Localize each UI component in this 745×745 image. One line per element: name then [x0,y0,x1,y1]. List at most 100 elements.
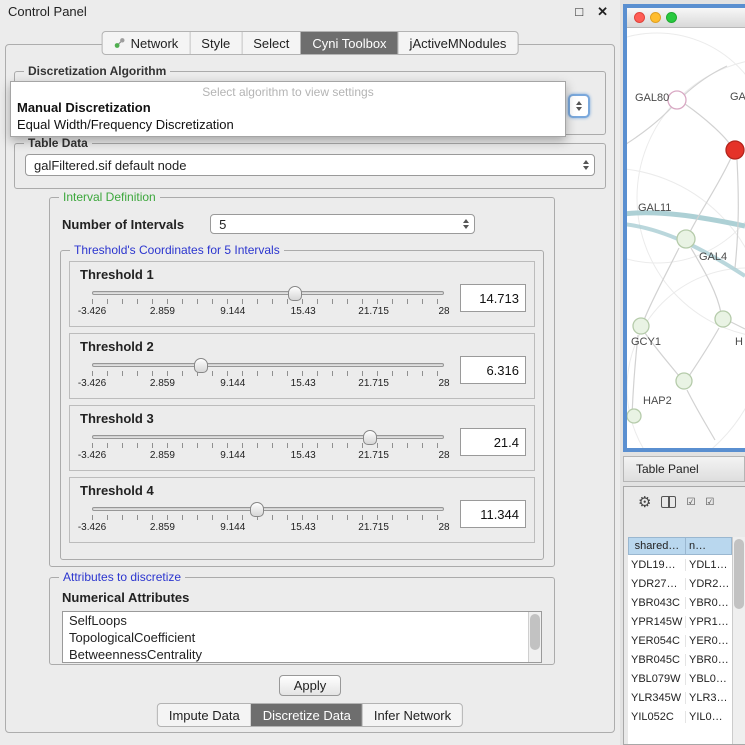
scale-label: 15.43 [291,378,316,389]
column-header-shared-name[interactable]: shared… [628,537,686,555]
tab-impute-data[interactable]: Impute Data [158,704,251,726]
tab-style[interactable]: Style [189,32,241,54]
mac-close-button[interactable] [634,12,645,23]
slider-thumb[interactable] [250,502,264,517]
table-header-row: shared… n… [628,537,732,555]
tab-label: Cyni Toolbox [312,36,386,51]
scale-label: 15.43 [291,450,316,461]
list-item[interactable]: TopologicalCoefficient [63,629,541,646]
node-label-partial: GA [730,91,745,103]
list-scrollbar[interactable] [528,612,541,662]
node-label: GAL11 [638,202,671,214]
gear-icon[interactable]: ⚙ [638,495,651,510]
scale-label: 9.144 [220,378,245,389]
tab-discretize-data[interactable]: Discretize Data [251,704,362,726]
node-hap2[interactable] [676,373,692,389]
tab-label: Style [201,36,230,51]
list-item[interactable]: SelfLoops [63,612,541,629]
select-all-checkbox-icon[interactable]: ☑ [686,497,695,508]
scrollbar-thumb[interactable] [734,539,744,609]
table-data-combo[interactable]: galFiltered.sif default node [25,154,595,176]
node-unlabeled[interactable] [715,311,731,327]
threshold-4-slider[interactable]: -3.426 2.859 9.144 15.43 21.715 28 [92,498,444,533]
threshold-2-value-field[interactable] [460,356,526,384]
threshold-label: Threshold 3 [80,411,526,426]
float-window-icon[interactable]: □ [575,5,583,18]
dropdown-option-equal-width-frequency[interactable]: Equal Width/Frequency Discretization [11,116,565,133]
slider-track[interactable] [92,507,444,511]
table-row[interactable]: YDR27…YDR2… [628,574,732,593]
threshold-4-value-field[interactable] [460,500,526,528]
tab-select[interactable]: Select [241,32,300,54]
node-selected-red[interactable] [726,141,744,159]
select-column-checkbox-icon[interactable]: ☑ [705,497,714,508]
highlighted-edge [627,213,745,226]
scale-label: -3.426 [78,522,106,533]
node-gal80[interactable] [668,91,686,109]
table-row[interactable]: YIL052CYIL0… [628,707,732,726]
tab-network[interactable]: Network [103,32,190,54]
tab-infer-network[interactable]: Infer Network [362,704,462,726]
cell: YIL052C [628,711,686,723]
cell: YBR0… [686,654,732,666]
threshold-2-slider[interactable]: -3.426 2.859 9.144 15.43 21.715 28 [92,354,444,389]
slider-track[interactable] [92,435,444,439]
cell: YBR043C [628,597,686,609]
combo-value: galFiltered.sif default node [34,158,578,173]
node-unlabeled[interactable] [627,409,641,423]
scale-label: 28 [438,450,449,461]
threshold-1-value-field[interactable] [460,284,526,312]
scale-label: 2.859 [150,306,175,317]
table-row[interactable]: YLR345WYLR3… [628,688,732,707]
threshold-3-value-field[interactable] [460,428,526,456]
cell: YER054C [628,635,686,647]
mac-minimize-button[interactable] [650,12,661,23]
scale-label: 15.43 [291,306,316,317]
slider-thumb[interactable] [288,286,302,301]
table-row[interactable]: YBR045CYBR0… [628,650,732,669]
group-title-table-data: Table Data [24,136,92,150]
tab-jactivemodules[interactable]: jActiveMNodules [398,32,518,54]
scrollbar-thumb[interactable] [530,614,540,650]
table-row[interactable]: YBR043CYBR0… [628,593,732,612]
num-intervals-combo[interactable]: 5 [210,214,475,234]
column-header-name[interactable]: n… [686,537,732,555]
threshold-2-panel: Threshold 2 -3.426 2.859 9.144 15.43 [69,333,535,399]
cell: YBL079W [628,673,686,685]
network-canvas[interactable]: GAL80 GAL11 GAL4 GCY1 HAP2 GA H [627,28,745,448]
tab-cyni-toolbox[interactable]: Cyni Toolbox [300,32,397,54]
slider-scale: -3.426 2.859 9.144 15.43 21.715 28 [92,306,444,317]
table-row[interactable]: YPR145WYPR1… [628,612,732,631]
threshold-1-slider[interactable]: -3.426 2.859 9.144 15.43 21.715 28 [92,282,444,317]
scale-label: 28 [438,378,449,389]
close-icon[interactable]: ✕ [597,5,608,18]
slider-track[interactable] [92,363,444,367]
number-of-intervals-row: Number of Intervals 5 [62,214,554,234]
table-scrollbar[interactable] [732,537,745,744]
cell: YBL0… [686,673,732,685]
table-row[interactable]: YER054CYER0… [628,631,732,650]
node-gcy1[interactable] [633,318,649,334]
columns-icon[interactable] [661,496,676,508]
dropdown-option-manual-discretization[interactable]: Manual Discretization [11,99,565,116]
scale-label: 21.715 [358,306,389,317]
mac-zoom-button[interactable] [666,12,677,23]
algorithm-combo-spinner[interactable] [568,94,590,118]
cell: YBR0… [686,597,732,609]
node-table: shared… n… YDL19…YDL1… YDR27…YDR2… YBR04… [628,537,732,744]
apply-button[interactable]: Apply [279,675,341,696]
threshold-3-slider[interactable]: -3.426 2.859 9.144 15.43 21.715 28 [92,426,444,461]
slider-track[interactable] [92,291,444,295]
slider-thumb[interactable] [363,430,377,445]
list-item[interactable]: BetweennessCentrality [63,646,541,663]
cell: YIL0… [686,711,732,723]
numerical-attributes-list[interactable]: SelfLoops TopologicalCoefficient Between… [62,611,542,663]
table-row[interactable]: YBL079WYBL0… [628,669,732,688]
slider-thumb[interactable] [194,358,208,373]
control-panel-window: Control Panel □ ✕ Discretization Algorit… [0,0,620,745]
cell: YER0… [686,635,732,647]
table-row[interactable]: YDL19…YDL1… [628,555,732,574]
scale-label: 21.715 [358,378,389,389]
node-gal4[interactable] [677,230,695,248]
tab-label: Impute Data [169,708,240,723]
